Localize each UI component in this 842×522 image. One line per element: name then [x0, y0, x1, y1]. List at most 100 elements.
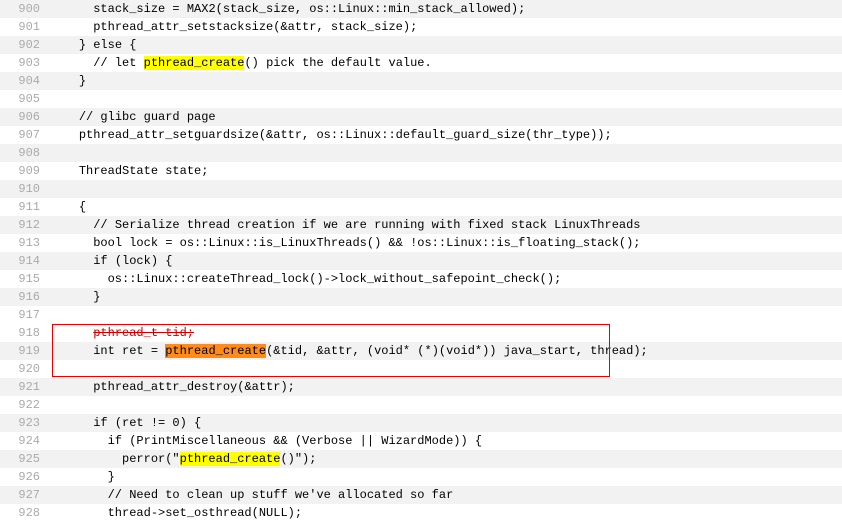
code-text: bool lock = os::Linux::is_LinuxThreads()… [93, 236, 640, 250]
line-number: 924 [0, 432, 50, 450]
code-line: 901 pthread_attr_setstacksize(&attr, sta… [0, 18, 842, 36]
code-content: pthread_t tid; [50, 324, 842, 342]
code-text: // glibc guard page [79, 110, 216, 124]
code-content: // let pthread_create() pick the default… [50, 54, 842, 72]
code-line: 917 [0, 306, 842, 324]
deleted-text: pthread_t tid; [93, 326, 194, 340]
highlighted-text: pthread_create [144, 56, 245, 70]
line-number: 914 [0, 252, 50, 270]
code-text: } [93, 290, 100, 304]
line-number: 916 [0, 288, 50, 306]
code-line: 921 pthread_attr_destroy(&attr); [0, 378, 842, 396]
line-number: 912 [0, 216, 50, 234]
code-line: 922 [0, 396, 842, 414]
code-listing: 900 stack_size = MAX2(stack_size, os::Li… [0, 0, 842, 522]
code-line: 913 bool lock = os::Linux::is_LinuxThrea… [0, 234, 842, 252]
line-number: 920 [0, 360, 50, 378]
code-text: if (ret != 0) { [93, 416, 201, 430]
code-content: perror("pthread_create()"); [50, 450, 842, 468]
line-number: 911 [0, 198, 50, 216]
highlighted-text: pthread_create [165, 344, 266, 358]
line-number: 903 [0, 54, 50, 72]
code-content: // glibc guard page [50, 108, 842, 126]
code-line: 925 perror("pthread_create()"); [0, 450, 842, 468]
code-content [50, 144, 842, 162]
code-text: // Serialize thread creation if we are r… [93, 218, 640, 232]
code-content: } [50, 468, 842, 486]
code-line: 927 // Need to clean up stuff we've allo… [0, 486, 842, 504]
line-number: 906 [0, 108, 50, 126]
code-content: if (PrintMiscellaneous && (Verbose || Wi… [50, 432, 842, 450]
code-line: 926 } [0, 468, 842, 486]
line-number: 907 [0, 126, 50, 144]
code-text: ()"); [280, 452, 316, 466]
line-number: 917 [0, 306, 50, 324]
code-text: if (PrintMiscellaneous && (Verbose || Wi… [108, 434, 482, 448]
code-text: } [108, 470, 115, 484]
code-line: 904 } [0, 72, 842, 90]
code-text: perror(" [122, 452, 180, 466]
code-line: 923 if (ret != 0) { [0, 414, 842, 432]
code-content [50, 180, 842, 198]
code-line: 916 } [0, 288, 842, 306]
code-content: // Serialize thread creation if we are r… [50, 216, 842, 234]
code-text: thread->set_osthread(NULL); [108, 506, 302, 520]
code-text: pthread_attr_destroy(&attr); [93, 380, 295, 394]
code-line: 902 } else { [0, 36, 842, 54]
line-number: 926 [0, 468, 50, 486]
code-line: 900 stack_size = MAX2(stack_size, os::Li… [0, 0, 842, 18]
code-line: 919 int ret = pthread_create(&tid, &attr… [0, 342, 842, 360]
code-text: stack_size = MAX2(stack_size, os::Linux:… [93, 2, 525, 16]
code-text: ThreadState state; [79, 164, 209, 178]
line-number: 908 [0, 144, 50, 162]
line-number: 915 [0, 270, 50, 288]
line-number: 923 [0, 414, 50, 432]
code-text: pthread_attr_setstacksize(&attr, stack_s… [93, 20, 417, 34]
code-text: { [79, 200, 86, 214]
line-number: 909 [0, 162, 50, 180]
code-text: int ret = [93, 344, 165, 358]
code-text: os::Linux::createThread_lock()->lock_wit… [108, 272, 562, 286]
line-number: 927 [0, 486, 50, 504]
code-content [50, 360, 842, 378]
code-text: // Need to clean up stuff we've allocate… [108, 488, 454, 502]
code-content: if (ret != 0) { [50, 414, 842, 432]
code-content: // Need to clean up stuff we've allocate… [50, 486, 842, 504]
code-line: 911 { [0, 198, 842, 216]
code-text: () pick the default value. [244, 56, 431, 70]
line-number: 922 [0, 396, 50, 414]
code-text: } else { [79, 38, 137, 52]
line-number: 910 [0, 180, 50, 198]
line-number: 904 [0, 72, 50, 90]
code-line: 910 [0, 180, 842, 198]
code-line: 907 pthread_attr_setguardsize(&attr, os:… [0, 126, 842, 144]
line-number: 900 [0, 0, 50, 18]
line-number: 918 [0, 324, 50, 342]
code-line: 914 if (lock) { [0, 252, 842, 270]
code-text: if (lock) { [93, 254, 172, 268]
line-number: 919 [0, 342, 50, 360]
code-content: os::Linux::createThread_lock()->lock_wit… [50, 270, 842, 288]
highlighted-text: pthread_create [180, 452, 281, 466]
code-line: 903 // let pthread_create() pick the def… [0, 54, 842, 72]
code-content: if (lock) { [50, 252, 842, 270]
code-content: } [50, 288, 842, 306]
code-content: thread->set_osthread(NULL); [50, 504, 842, 522]
code-line: 915 os::Linux::createThread_lock()->lock… [0, 270, 842, 288]
code-line: 928 thread->set_osthread(NULL); [0, 504, 842, 522]
code-line: 908 [0, 144, 842, 162]
code-text: (&tid, &attr, (void* (*)(void*)) java_st… [266, 344, 648, 358]
code-content: bool lock = os::Linux::is_LinuxThreads()… [50, 234, 842, 252]
line-number: 905 [0, 90, 50, 108]
code-content [50, 90, 842, 108]
code-content: { [50, 198, 842, 216]
code-line: 909 ThreadState state; [0, 162, 842, 180]
line-number: 921 [0, 378, 50, 396]
code-line: 920 [0, 360, 842, 378]
code-content: pthread_attr_setstacksize(&attr, stack_s… [50, 18, 842, 36]
code-line: 918 pthread_t tid; [0, 324, 842, 342]
code-content: int ret = pthread_create(&tid, &attr, (v… [50, 342, 842, 360]
code-content: pthread_attr_destroy(&attr); [50, 378, 842, 396]
line-number: 902 [0, 36, 50, 54]
code-content: stack_size = MAX2(stack_size, os::Linux:… [50, 0, 842, 18]
